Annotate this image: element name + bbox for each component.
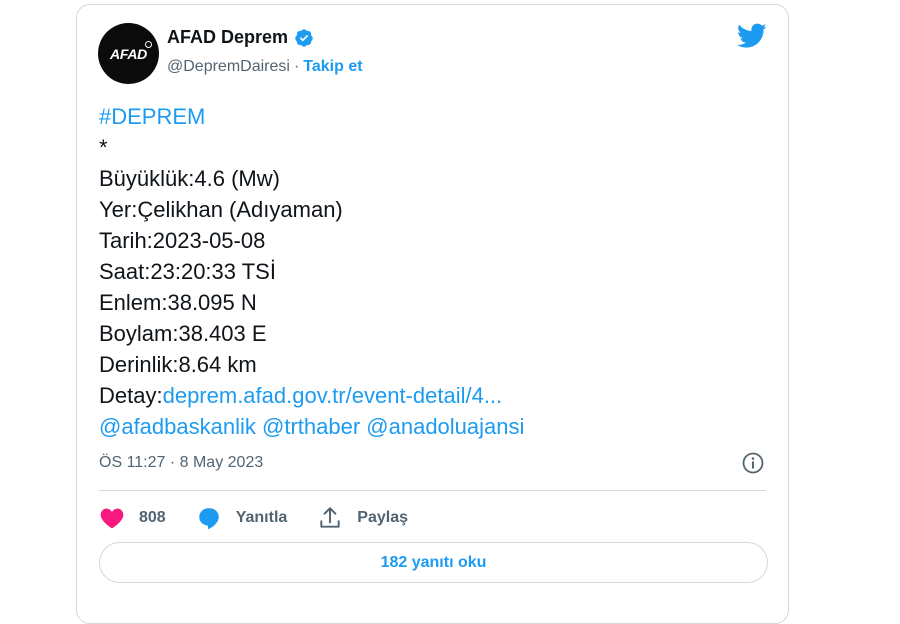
mention-link-afadbaskanlik[interactable]: @afadbaskanlik bbox=[99, 414, 256, 439]
verified-badge-icon bbox=[295, 28, 313, 47]
avatar-logo-text: AFAD bbox=[110, 45, 147, 62]
reply-button[interactable]: Yanıtla bbox=[196, 505, 288, 531]
avatar[interactable]: AFAD bbox=[98, 23, 159, 84]
share-icon bbox=[320, 507, 340, 528]
like-button[interactable]: 808 bbox=[99, 505, 166, 531]
tweet-line-star: * bbox=[99, 135, 108, 160]
author-handle-row: @DepremDairesi · Takip et bbox=[167, 58, 363, 76]
divider bbox=[99, 490, 766, 491]
hashtag-link[interactable]: #DEPREM bbox=[99, 104, 205, 129]
info-icon[interactable] bbox=[741, 451, 765, 475]
tweet-line-date: Tarih:2023-05-08 bbox=[99, 228, 266, 253]
tweet-line-time: Saat:23:20:33 TSİ bbox=[99, 259, 276, 284]
tweet-line-latitude: Enlem:38.095 N bbox=[99, 290, 257, 315]
detail-link[interactable]: deprem.afad.gov.tr/event-detail/4... bbox=[163, 383, 503, 408]
tweet-card: AFAD AFAD Deprem @DepremDairesi · Takip et… bbox=[76, 4, 789, 624]
tweet-line-longitude: Boylam:38.403 E bbox=[99, 321, 267, 346]
action-bar: 808 Yanıtla Paylaş bbox=[99, 505, 438, 531]
read-replies-label: 182 yanıtı oku bbox=[380, 553, 487, 571]
reply-bubble-icon bbox=[198, 508, 219, 530]
author-name[interactable]: AFAD Deprem bbox=[167, 27, 288, 48]
tweet-timestamp[interactable]: ÖS 11:27 · 8 May 2023 bbox=[99, 454, 263, 472]
detail-prefix: Detay: bbox=[99, 383, 163, 408]
reply-label: Yanıtla bbox=[235, 509, 288, 526]
mention-link-anadoluajansi[interactable]: @anadoluajansi bbox=[366, 414, 524, 439]
tweet-line-depth: Derinlik:8.64 km bbox=[99, 352, 257, 377]
registered-mark-icon bbox=[145, 41, 152, 48]
read-replies-button[interactable]: 182 yanıtı oku bbox=[99, 542, 768, 583]
tweet-line-magnitude: Büyüklük:4.6 (Mw) bbox=[99, 166, 280, 191]
tweet-line-location: Yer:Çelikhan (Adıyaman) bbox=[99, 197, 343, 222]
share-button[interactable]: Paylaş bbox=[317, 505, 408, 531]
heart-icon bbox=[100, 508, 124, 529]
follow-button[interactable]: Takip et bbox=[303, 58, 362, 75]
author-name-row: AFAD Deprem bbox=[167, 27, 314, 48]
tweet-body: #DEPREM * Büyüklük:4.6 (Mw) Yer:Çelikhan… bbox=[99, 101, 524, 442]
separator-dot: · bbox=[293, 58, 300, 75]
share-label: Paylaş bbox=[357, 509, 408, 526]
mention-link-trthaber[interactable]: @trthaber bbox=[262, 414, 360, 439]
author-handle[interactable]: @DepremDairesi bbox=[167, 58, 290, 75]
twitter-bird-icon[interactable] bbox=[737, 23, 767, 49]
like-count: 808 bbox=[139, 509, 166, 526]
